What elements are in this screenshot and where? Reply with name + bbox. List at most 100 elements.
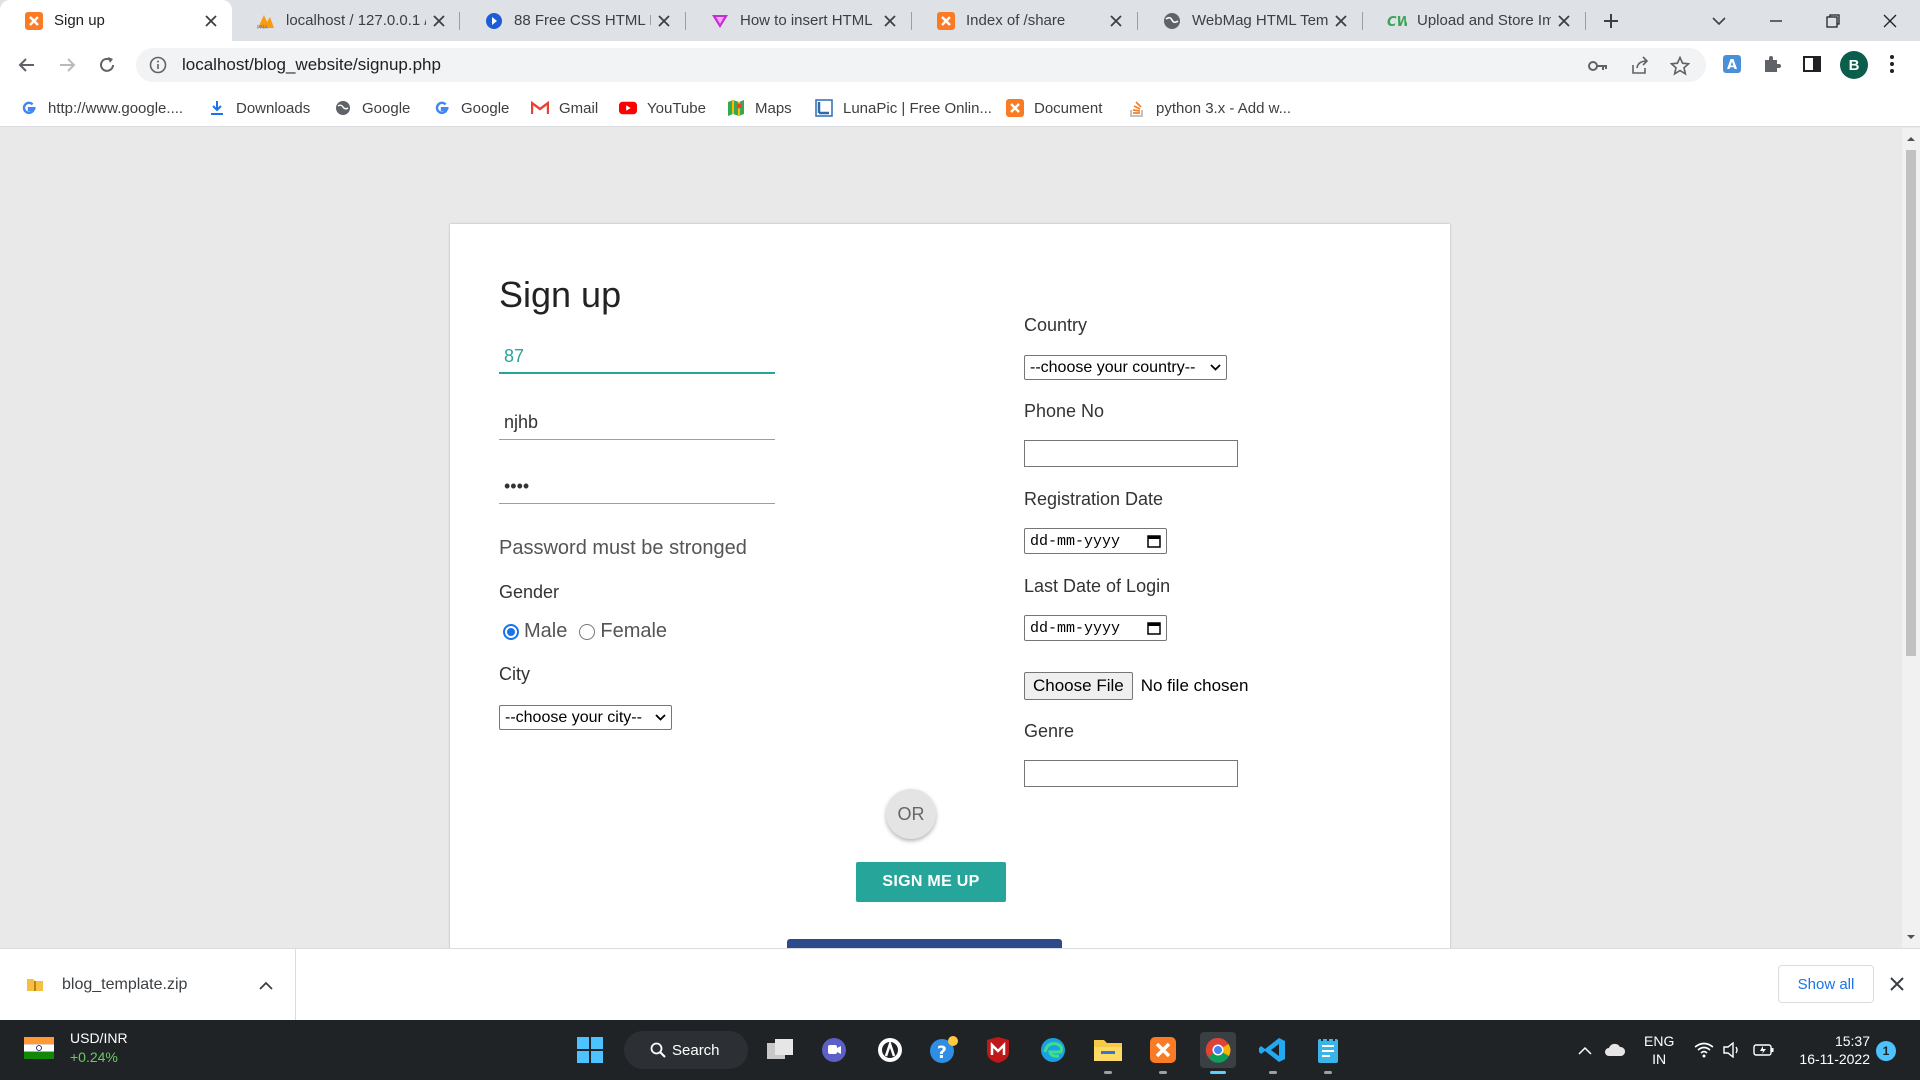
bookmark-lunapic[interactable]: LunaPic | Free Onlin... bbox=[815, 97, 992, 119]
copilot-app-icon[interactable] bbox=[872, 1032, 908, 1068]
extension-translate-icon[interactable]: A bbox=[1720, 52, 1744, 76]
second-text-field[interactable] bbox=[499, 406, 775, 440]
genre-input[interactable] bbox=[1024, 760, 1238, 787]
forward-button[interactable] bbox=[52, 50, 82, 80]
password-warning-text: Password must be stronged bbox=[499, 537, 747, 559]
social-login-button[interactable] bbox=[787, 939, 1062, 948]
password-field[interactable] bbox=[499, 470, 775, 504]
more-menu-icon[interactable] bbox=[1880, 52, 1904, 76]
or-divider: OR bbox=[886, 789, 936, 839]
bookmark-label: Downloads bbox=[236, 99, 311, 117]
edge-browser-icon[interactable] bbox=[1035, 1032, 1071, 1068]
close-tab-icon[interactable] bbox=[881, 12, 899, 30]
choose-file-button[interactable]: Choose File bbox=[1024, 672, 1133, 700]
minimize-window-button[interactable] bbox=[1763, 8, 1789, 34]
download-item[interactable]: blog_template.zip bbox=[0, 949, 296, 1020]
tab-free-css[interactable]: 88 Free CSS HTML Lo bbox=[460, 0, 685, 41]
scrollbar-thumb[interactable] bbox=[1906, 150, 1916, 656]
bookmark-document[interactable]: Document bbox=[1006, 97, 1102, 119]
scroll-up-arrow-icon[interactable] bbox=[1906, 134, 1916, 144]
battery-icon[interactable] bbox=[1752, 1038, 1776, 1062]
male-radio[interactable] bbox=[503, 623, 519, 640]
first-text-field[interactable] bbox=[499, 340, 775, 374]
male-radio-label: Male bbox=[524, 620, 568, 642]
bookmark-maps[interactable]: Maps bbox=[727, 97, 792, 119]
bookmark-star-icon[interactable] bbox=[1670, 56, 1690, 76]
close-tab-icon[interactable] bbox=[1107, 12, 1125, 30]
system-clock[interactable]: 15:37 16-11-2022 bbox=[1790, 1032, 1870, 1068]
bookmark-google-2[interactable]: Google bbox=[433, 97, 509, 119]
notepad-app-icon[interactable] bbox=[1310, 1032, 1346, 1074]
input-language-indicator[interactable]: ENG IN bbox=[1644, 1032, 1674, 1068]
key-icon[interactable] bbox=[1588, 56, 1608, 76]
close-window-button[interactable] bbox=[1877, 8, 1903, 34]
address-bar[interactable]: localhost/blog_website/signup.php bbox=[136, 48, 1706, 82]
side-panel-icon[interactable] bbox=[1800, 52, 1824, 76]
wifi-icon[interactable] bbox=[1692, 1038, 1716, 1062]
back-button[interactable] bbox=[12, 50, 42, 80]
running-indicator bbox=[1159, 1071, 1167, 1074]
mcafee-icon[interactable] bbox=[980, 1032, 1016, 1068]
close-tab-icon[interactable] bbox=[430, 12, 448, 30]
site-info-icon[interactable] bbox=[148, 56, 168, 74]
last-login-date-input[interactable]: dd-mm-yyyy bbox=[1024, 615, 1167, 641]
chevron-up-icon[interactable] bbox=[256, 975, 276, 995]
gmail-icon bbox=[531, 99, 549, 117]
new-tab-button[interactable] bbox=[1598, 8, 1624, 34]
bookmark-youtube[interactable]: YouTube bbox=[619, 97, 706, 119]
bookmarks-bar: http://www.google.... Downloads Google G… bbox=[0, 89, 1920, 127]
tab-phpmyadmin[interactable]: PMA localhost / 127.0.0.1 / bbox=[232, 0, 460, 41]
tab-sign-up[interactable]: Sign up bbox=[0, 0, 232, 41]
bookmark-google-1[interactable]: Google bbox=[334, 97, 410, 119]
tab-webmag[interactable]: WebMag HTML Temp bbox=[1138, 0, 1362, 41]
bookmark-gmail[interactable]: Gmail bbox=[531, 97, 598, 119]
restore-window-button[interactable] bbox=[1820, 8, 1846, 34]
running-indicator bbox=[1104, 1071, 1112, 1074]
city-select[interactable]: --choose your city-- bbox=[499, 705, 672, 730]
extensions-puzzle-icon[interactable] bbox=[1760, 52, 1784, 76]
share-icon[interactable] bbox=[1630, 56, 1650, 76]
chrome-app-icon[interactable] bbox=[1200, 1032, 1236, 1074]
volume-icon[interactable] bbox=[1720, 1038, 1744, 1062]
close-tab-icon[interactable] bbox=[1555, 12, 1573, 30]
bookmark-python[interactable]: python 3.x - Add w... bbox=[1128, 97, 1291, 119]
chevron-down-icon bbox=[655, 714, 666, 721]
start-button[interactable] bbox=[572, 1032, 608, 1068]
stock-widget[interactable]: USD/INR +0.24% bbox=[24, 1030, 128, 1065]
close-tab-icon[interactable] bbox=[655, 12, 673, 30]
bookmark-downloads[interactable]: Downloads bbox=[208, 97, 310, 119]
calendar-icon[interactable] bbox=[1147, 534, 1161, 548]
page-scrollbar[interactable] bbox=[1902, 128, 1920, 948]
bookmark-google-url[interactable]: http://www.google.... bbox=[20, 97, 183, 119]
close-tab-icon[interactable] bbox=[1332, 12, 1350, 30]
tray-overflow-chevron-icon[interactable] bbox=[1573, 1038, 1597, 1062]
teams-chat-icon[interactable] bbox=[816, 1032, 852, 1068]
show-all-button[interactable]: Show all bbox=[1778, 965, 1874, 1003]
female-radio[interactable] bbox=[579, 623, 596, 640]
scroll-down-arrow-icon[interactable] bbox=[1906, 932, 1916, 942]
tab-index-of-share[interactable]: Index of /share bbox=[912, 0, 1137, 41]
reload-button[interactable] bbox=[92, 50, 122, 80]
tab-insert-html[interactable]: How to insert HTML bbox=[686, 0, 911, 41]
onedrive-cloud-icon[interactable] bbox=[1603, 1038, 1627, 1062]
vscode-app-icon[interactable] bbox=[1255, 1032, 1291, 1074]
phone-input[interactable] bbox=[1024, 440, 1238, 467]
running-indicator bbox=[1269, 1071, 1277, 1074]
close-icon[interactable] bbox=[1886, 973, 1908, 995]
tab-search-chevron-icon[interactable] bbox=[1706, 8, 1732, 34]
xampp-app-icon[interactable] bbox=[1145, 1032, 1181, 1074]
file-explorer-icon[interactable] bbox=[1090, 1032, 1126, 1074]
task-view-icon[interactable] bbox=[762, 1032, 798, 1068]
notification-badge[interactable]: 1 bbox=[1876, 1041, 1896, 1061]
country-select[interactable]: --choose your country-- bbox=[1024, 355, 1227, 380]
close-tab-icon[interactable] bbox=[202, 12, 220, 30]
windows-taskbar: USD/INR +0.24% Search ? ENG IN 15:37 16-… bbox=[0, 1020, 1920, 1080]
taskbar-search[interactable]: Search bbox=[624, 1031, 748, 1069]
sign-me-up-button[interactable]: SIGN ME UP bbox=[856, 862, 1006, 902]
registration-date-input[interactable]: dd-mm-yyyy bbox=[1024, 528, 1167, 554]
svg-text:A: A bbox=[1727, 58, 1737, 73]
tab-upload-store[interactable]: CW Upload and Store Ima bbox=[1363, 0, 1585, 41]
help-app-icon[interactable]: ? bbox=[926, 1032, 962, 1068]
profile-avatar[interactable]: B bbox=[1840, 51, 1868, 79]
calendar-icon[interactable] bbox=[1147, 621, 1161, 635]
